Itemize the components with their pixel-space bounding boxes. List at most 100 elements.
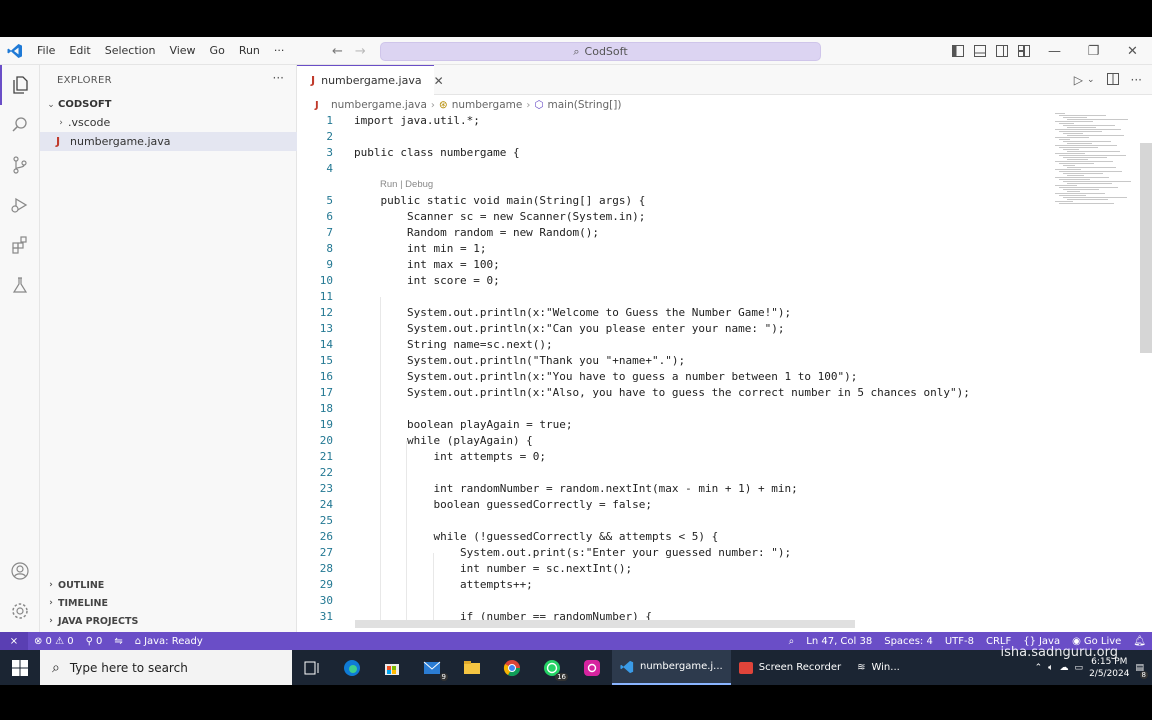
testing-flask-icon[interactable] bbox=[0, 265, 40, 305]
tab-numbergame-java[interactable]: J numbergame.java ✕ bbox=[297, 65, 444, 95]
explorer-icon[interactable] bbox=[0, 65, 40, 105]
account-icon[interactable] bbox=[0, 551, 40, 591]
run-debug-icon[interactable] bbox=[0, 185, 40, 225]
microsoft-store-icon[interactable] bbox=[372, 650, 412, 685]
remote-icon[interactable]: ⨯ bbox=[0, 632, 28, 650]
explorer-title: EXPLORER bbox=[57, 75, 112, 86]
chrome-icon[interactable] bbox=[492, 650, 532, 685]
split-editor-icon[interactable] bbox=[1106, 72, 1119, 88]
settings-gear-icon[interactable] bbox=[0, 591, 40, 631]
cursor-position[interactable]: Ln 47, Col 38 bbox=[800, 636, 878, 647]
taskbar-app-windows[interactable]: ≋ Win... bbox=[849, 650, 908, 685]
notifications-bell-icon[interactable]: 🔔︎ bbox=[1127, 636, 1152, 647]
activity-bar bbox=[0, 65, 40, 632]
back-arrow-icon[interactable]: ← bbox=[332, 44, 343, 59]
network-icon[interactable]: ▭ bbox=[1075, 663, 1084, 673]
mail-icon[interactable]: 9 bbox=[412, 650, 452, 685]
menu-go[interactable]: Go bbox=[203, 37, 232, 65]
taskbar-search-placeholder: Type here to search bbox=[69, 660, 188, 675]
breadcrumb-file[interactable]: numbergame.java bbox=[331, 99, 427, 111]
code-text: System.out.println("Thank you "+name+"."… bbox=[354, 354, 686, 367]
line-number: 30 bbox=[319, 594, 333, 607]
command-center-search[interactable]: ⌕ CodSoft bbox=[380, 42, 821, 61]
cloud-icon[interactable]: ☁ bbox=[1060, 663, 1069, 673]
minimap-line bbox=[1063, 149, 1079, 150]
chevron-right-icon: › bbox=[49, 580, 53, 590]
windows-taskbar: ⌕ Type here to search 9 16 numbergame.j.… bbox=[0, 650, 1152, 685]
taskbar-app-vscode[interactable]: numbergame.j... bbox=[612, 650, 731, 685]
run-debug-codelens[interactable]: Run | Debug bbox=[380, 179, 433, 190]
editor-more-icon[interactable]: ··· bbox=[1131, 73, 1142, 87]
code-text: Scanner sc = new Scanner(System.in); bbox=[354, 210, 646, 223]
minimap[interactable] bbox=[1047, 113, 1142, 213]
broadcast-icon[interactable]: ⇋ bbox=[108, 636, 128, 647]
encoding[interactable]: UTF-8 bbox=[939, 636, 980, 647]
taskbar-app-screen-recorder[interactable]: Screen Recorder bbox=[731, 650, 849, 685]
search-view-icon[interactable] bbox=[0, 105, 40, 145]
file-numbergame-java[interactable]: J numbergame.java bbox=[40, 132, 297, 151]
vertical-scrollbar[interactable] bbox=[1140, 113, 1152, 628]
line-number: 26 bbox=[319, 530, 333, 543]
folder-vscode[interactable]: › .vscode bbox=[40, 113, 297, 132]
menu-more[interactable]: ··· bbox=[267, 37, 292, 65]
edge-browser-icon[interactable] bbox=[332, 650, 372, 685]
tab-bar: J numbergame.java ✕ ▷ ⌄ ··· bbox=[297, 65, 1152, 95]
close-icon[interactable]: ✕ bbox=[434, 74, 444, 88]
extensions-icon[interactable] bbox=[0, 225, 40, 265]
customize-layout-icon[interactable] bbox=[1013, 37, 1035, 65]
menu-view[interactable]: View bbox=[162, 37, 202, 65]
file-explorer-icon[interactable] bbox=[452, 650, 492, 685]
close-window-button[interactable]: ✕ bbox=[1113, 37, 1152, 65]
toggle-sidebar-icon[interactable] bbox=[947, 37, 969, 65]
section-timeline[interactable]: › TIMELINE bbox=[40, 594, 297, 612]
windows-start-icon[interactable] bbox=[0, 650, 40, 685]
menu-selection[interactable]: Selection bbox=[98, 37, 163, 65]
minimap-line bbox=[1055, 129, 1121, 130]
menu-edit[interactable]: Edit bbox=[62, 37, 97, 65]
code-editor[interactable]: Run | Debug 1 import java.util.*; 2 3 public… bbox=[297, 113, 1047, 628]
minimap-line bbox=[1055, 185, 1077, 186]
java-status[interactable]: ⌂ Java: Ready bbox=[129, 636, 209, 647]
line-number: 15 bbox=[319, 354, 333, 367]
java-file-icon: J bbox=[56, 135, 61, 148]
chevron-down-icon[interactable]: ⌄ bbox=[1087, 75, 1095, 85]
minimize-button[interactable]: — bbox=[1035, 37, 1074, 65]
menu-file[interactable]: File bbox=[30, 37, 62, 65]
menu-run[interactable]: Run bbox=[232, 37, 267, 65]
explorer-sidebar: EXPLORER ··· ⌄ CODSOFT › .vscode J numbe… bbox=[40, 65, 297, 632]
ports-indicator[interactable]: ⚲ 0 bbox=[80, 636, 109, 647]
search-icon: ⌕ bbox=[573, 44, 580, 58]
breadcrumb-method[interactable]: main(String[]) bbox=[548, 99, 622, 111]
minimap-line bbox=[1067, 127, 1096, 128]
toggle-panel-icon[interactable] bbox=[969, 37, 991, 65]
chevron-up-icon[interactable]: ⌃ bbox=[1035, 663, 1043, 673]
restore-button[interactable]: ❐ bbox=[1074, 37, 1113, 65]
source-control-icon[interactable] bbox=[0, 145, 40, 185]
speaker-icon[interactable]: 🔈︎ bbox=[1048, 663, 1053, 673]
whatsapp-icon[interactable]: 16 bbox=[532, 650, 572, 685]
minimap-line bbox=[1059, 179, 1090, 180]
run-play-icon[interactable]: ▷ bbox=[1074, 73, 1083, 87]
toggle-secondary-sidebar-icon[interactable] bbox=[991, 37, 1013, 65]
folder-codsoft[interactable]: ⌄ CODSOFT bbox=[40, 95, 297, 114]
scrollbar-thumb[interactable] bbox=[1140, 143, 1152, 353]
forward-arrow-icon[interactable]: → bbox=[355, 44, 366, 59]
section-outline[interactable]: › OUTLINE bbox=[40, 576, 297, 594]
taskbar-search-box[interactable]: ⌕ Type here to search bbox=[40, 650, 292, 685]
code-text: System.out.print(s:"Enter your guessed n… bbox=[354, 546, 792, 559]
minimap-line bbox=[1055, 201, 1073, 202]
notification-center-icon[interactable]: ▤ 8 bbox=[1135, 663, 1148, 679]
java-status-label: Java: Ready bbox=[144, 635, 203, 647]
explorer-more-actions[interactable]: ··· bbox=[273, 71, 284, 85]
horizontal-scrollbar[interactable] bbox=[355, 620, 855, 628]
zoom-icon[interactable]: ⌕ bbox=[783, 636, 801, 647]
code-text: int attempts = 0; bbox=[354, 450, 547, 463]
indentation[interactable]: Spaces: 4 bbox=[878, 636, 939, 647]
task-view-icon[interactable] bbox=[292, 650, 332, 685]
line-number: 19 bbox=[319, 418, 333, 431]
problems-indicator[interactable]: ⊗ 0 ⚠ 0 bbox=[28, 636, 80, 647]
section-java-projects[interactable]: › JAVA PROJECTS bbox=[40, 612, 297, 630]
breadcrumb-class[interactable]: numbergame bbox=[452, 99, 523, 111]
vscode-logo-icon bbox=[620, 660, 634, 673]
instagram-icon[interactable] bbox=[572, 650, 612, 685]
